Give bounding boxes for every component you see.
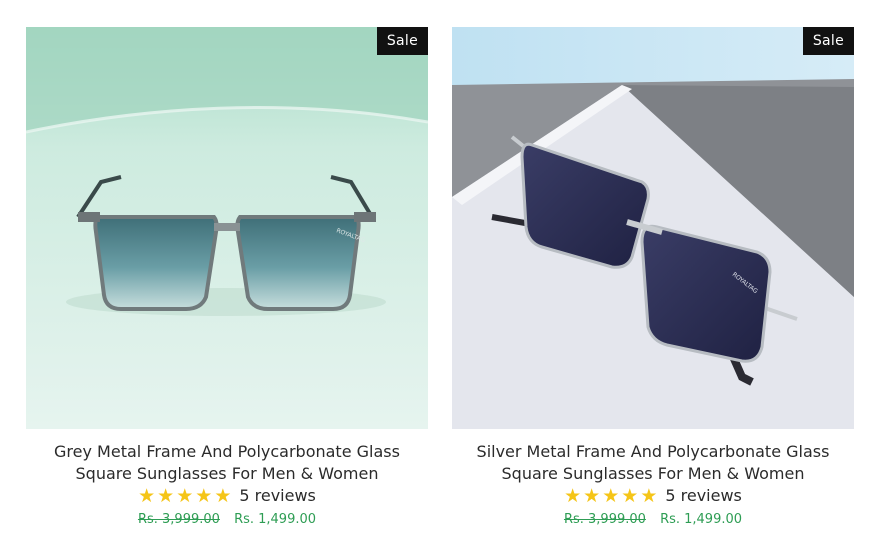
product-rating: ★ ★ ★ ★ ★ 5 reviews	[26, 485, 428, 507]
star-icon: ★	[195, 485, 213, 507]
star-icon: ★	[214, 485, 232, 507]
sale-badge: Sale	[376, 27, 428, 55]
grey-sunglasses-photo: ROYALTAG	[26, 27, 428, 429]
star-icon: ★	[640, 485, 658, 507]
star-icon: ★	[602, 485, 620, 507]
product-grid: ROYALTAG Sale Grey Metal Frame And Polyc…	[0, 0, 879, 544]
product-card[interactable]: ROYALTAG Sale Silver Metal Frame And Pol…	[452, 27, 854, 527]
product-title[interactable]: Silver Metal Frame And Polycarbonate Gla…	[452, 441, 854, 485]
compare-price: Rs. 3,999.00	[563, 512, 646, 527]
review-count: 5 reviews	[665, 486, 742, 505]
star-icon: ★	[621, 485, 639, 507]
review-count: 5 reviews	[239, 486, 316, 505]
star-rating: ★ ★ ★ ★ ★	[138, 485, 231, 507]
price-block: Rs. 3,999.00 Rs. 1,499.00	[26, 512, 428, 527]
sale-price: Rs. 1,499.00	[234, 512, 317, 527]
star-icon: ★	[157, 485, 175, 507]
product-image[interactable]: ROYALTAG Sale	[26, 27, 428, 429]
star-icon: ★	[176, 485, 194, 507]
star-rating: ★ ★ ★ ★ ★	[564, 485, 657, 507]
sale-badge: Sale	[802, 27, 854, 55]
product-card[interactable]: ROYALTAG Sale Grey Metal Frame And Polyc…	[26, 27, 428, 527]
product-title-line: Square Sunglasses For Men & Women	[501, 464, 805, 483]
sale-price: Rs. 1,499.00	[660, 512, 743, 527]
star-icon: ★	[564, 485, 582, 507]
product-image[interactable]: ROYALTAG Sale	[452, 27, 854, 429]
compare-price: Rs. 3,999.00	[137, 512, 220, 527]
product-title-line: Grey Metal Frame And Polycarbonate Glass	[54, 442, 400, 461]
silver-sunglasses-photo: ROYALTAG	[452, 27, 854, 429]
product-rating: ★ ★ ★ ★ ★ 5 reviews	[452, 485, 854, 507]
product-title-line: Square Sunglasses For Men & Women	[75, 464, 379, 483]
price-block: Rs. 3,999.00 Rs. 1,499.00	[452, 512, 854, 527]
star-icon: ★	[138, 485, 156, 507]
product-title[interactable]: Grey Metal Frame And Polycarbonate Glass…	[26, 441, 428, 485]
product-title-line: Silver Metal Frame And Polycarbonate Gla…	[476, 442, 830, 461]
star-icon: ★	[583, 485, 601, 507]
